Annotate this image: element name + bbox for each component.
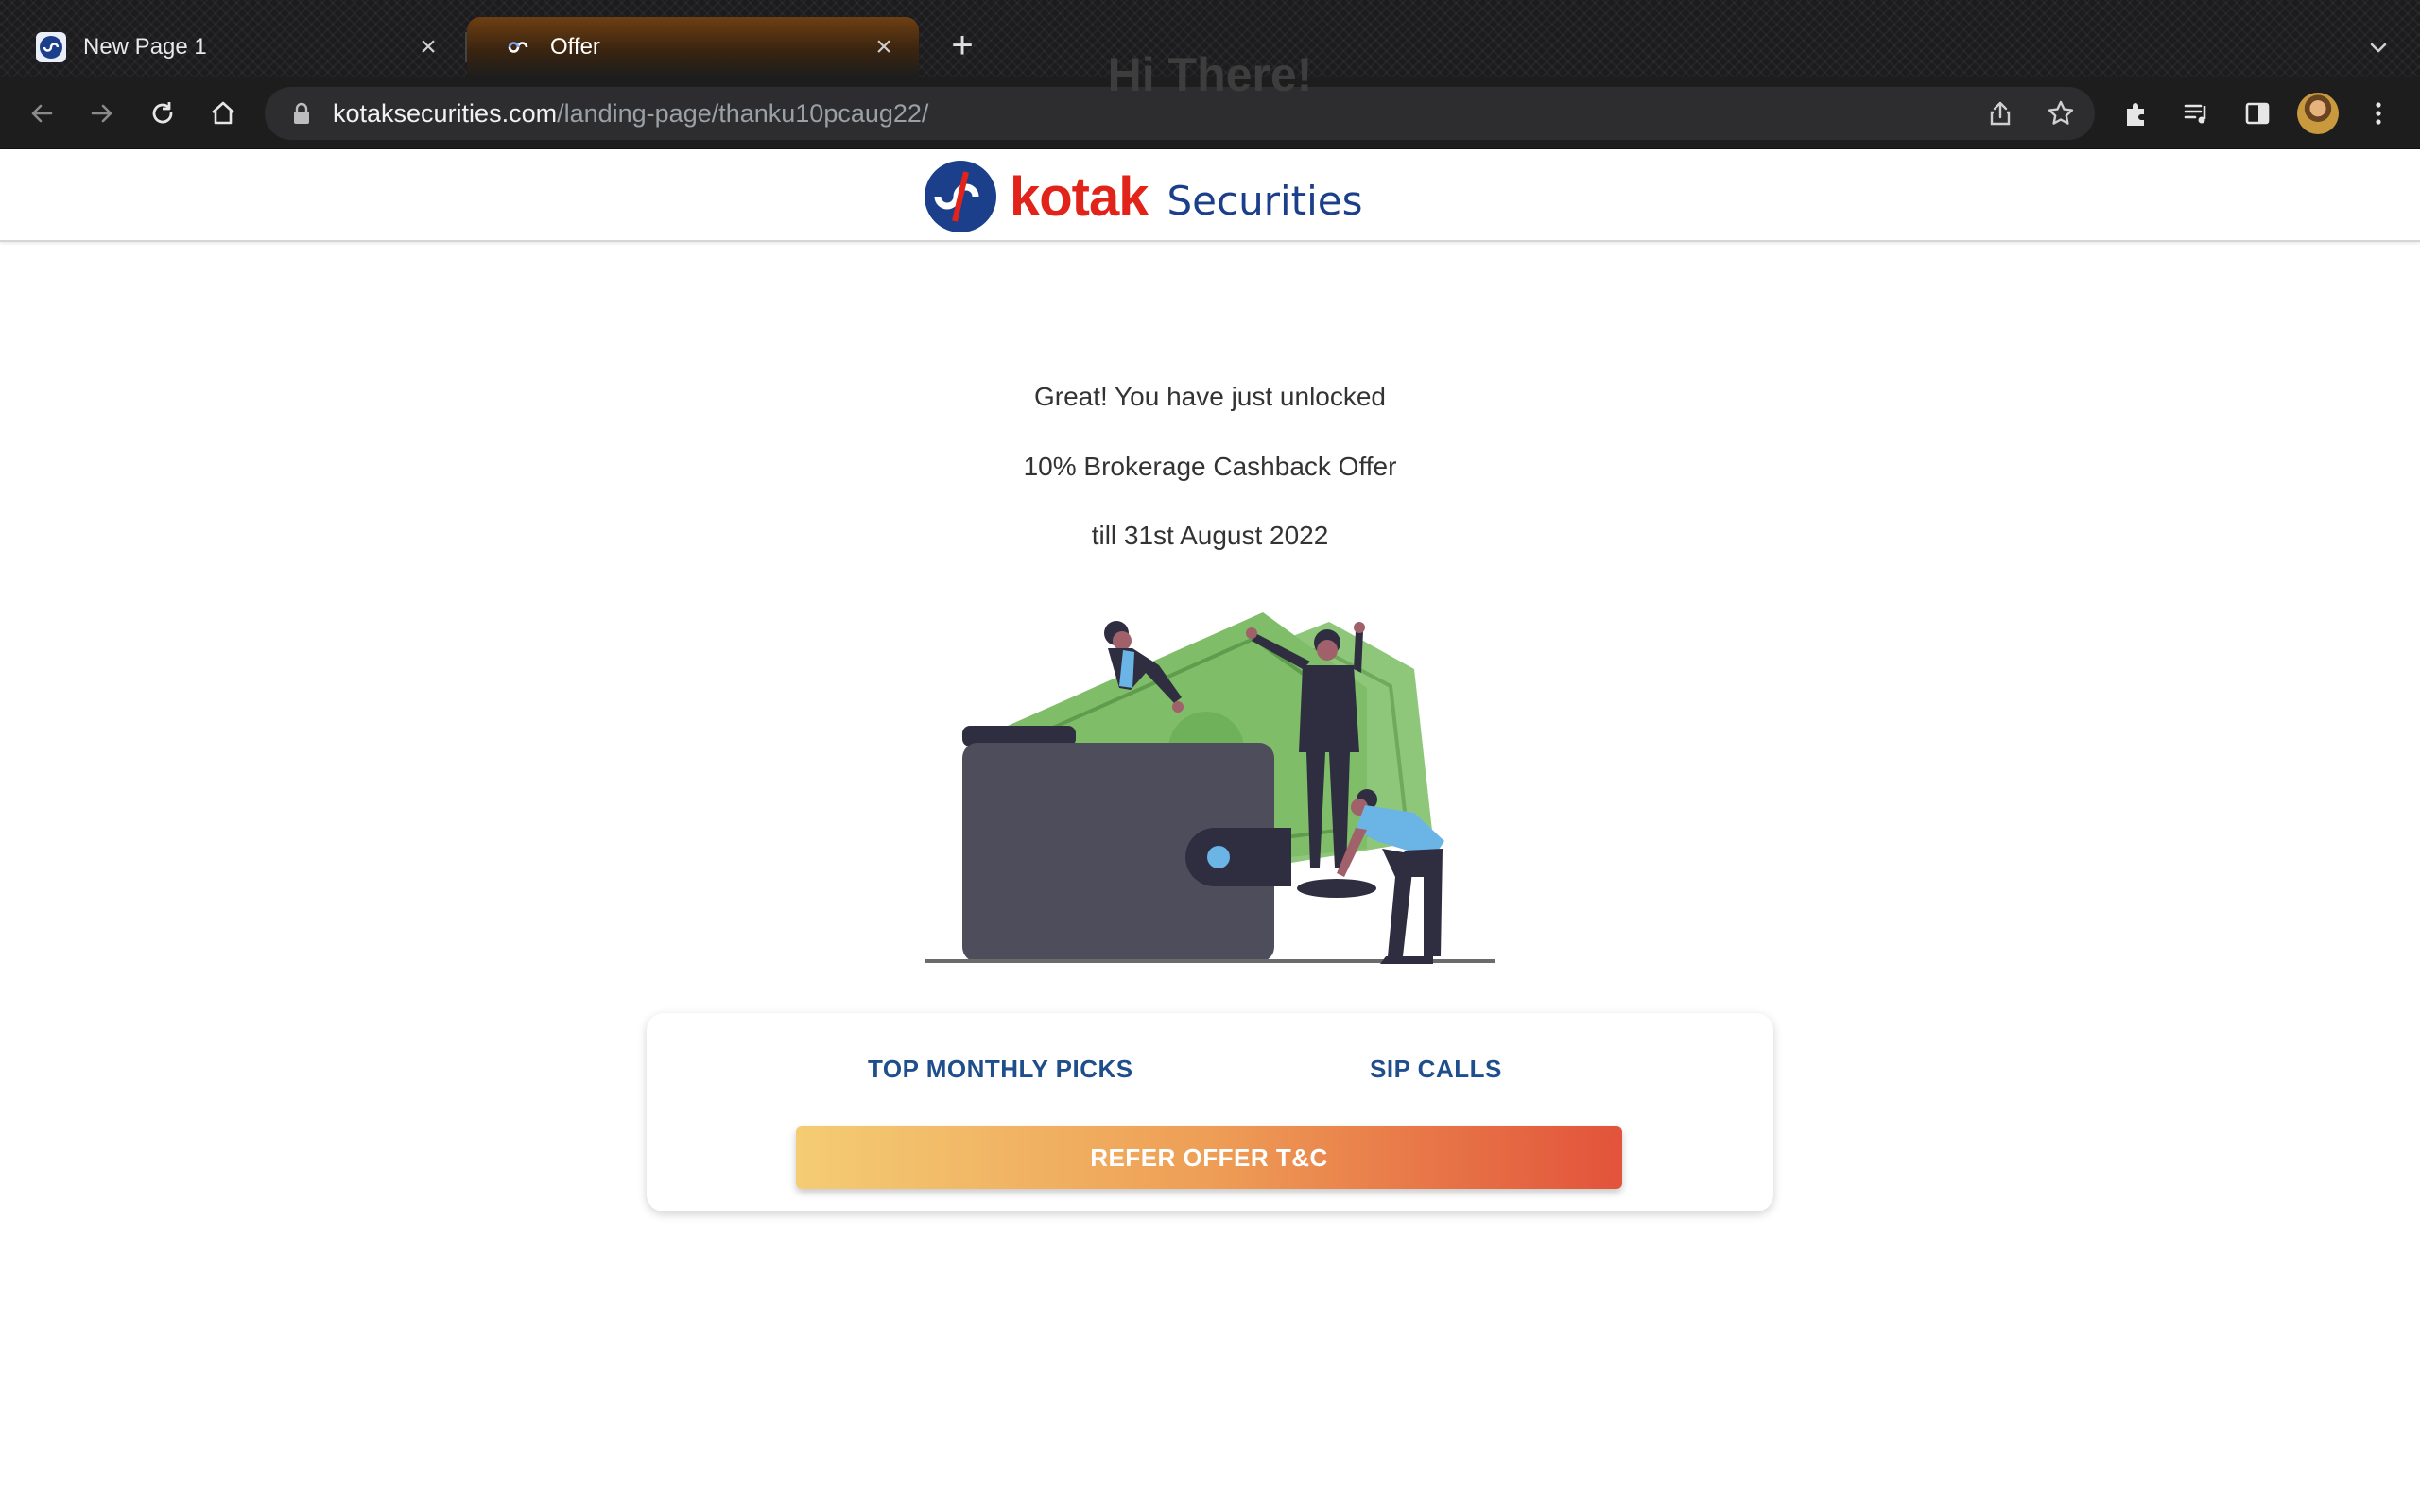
offer-intro-text: Great! You have just unlocked xyxy=(1033,382,1387,411)
brand-suffix: Securities xyxy=(1167,177,1363,224)
url-path: /landing-page/thanku10pcaug22/ xyxy=(557,98,929,128)
offer-name-text: 10% Brokerage Cashback Offer xyxy=(1023,452,1397,481)
refer-offer-tc-button[interactable]: REFER OFFER T&C xyxy=(796,1126,1622,1189)
wallet-cash-illustration xyxy=(925,612,1495,964)
offer-actions-card: TOP MONTHLY PICKS SIP CALLS REFER OFFER … xyxy=(647,1013,1773,1211)
url-host: kotaksecurities.com xyxy=(333,98,558,128)
top-monthly-picks-link[interactable]: TOP MONTHLY PICKS xyxy=(868,1055,1133,1084)
offer-validity-text: till 31st August 2022 xyxy=(1091,521,1329,550)
lock-icon[interactable] xyxy=(289,101,314,126)
brand-name: kotak xyxy=(1010,165,1150,228)
kotak-securities-logo[interactable]: kotak Securities xyxy=(919,159,1363,234)
url-text: kotaksecurities.com/landing-page/thanku1… xyxy=(333,99,928,129)
page-title: Hi There! xyxy=(1107,48,1313,101)
kotak-logo-icon xyxy=(925,161,996,232)
sip-calls-link[interactable]: SIP CALLS xyxy=(1370,1055,1502,1084)
